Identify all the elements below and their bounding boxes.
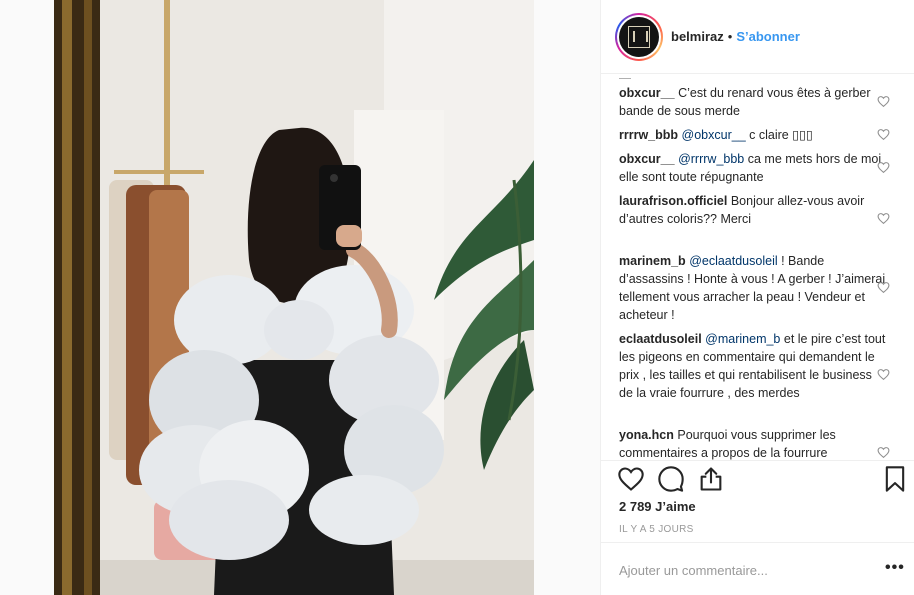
- comment-username[interactable]: laurafrison.officiel: [619, 194, 727, 208]
- heart-icon[interactable]: [617, 465, 645, 493]
- comment-item: eclaatdusoleil @marinem_b et le pire c’e…: [619, 330, 889, 402]
- comment-mention[interactable]: @obxcur__: [682, 128, 746, 142]
- comment-item: obxcur__ C’est du renard vous êtes à ger…: [619, 84, 889, 120]
- comment-mention[interactable]: @eclaatdusoleil: [689, 254, 777, 268]
- heart-outline-icon[interactable]: [877, 128, 890, 141]
- post-details-panel: belmiraz • S’abonner obxcur__ C’est du r…: [600, 0, 914, 595]
- comment-username[interactable]: yona.hcn: [619, 428, 674, 442]
- comment-username[interactable]: obxcur__: [619, 152, 675, 166]
- bookmark-icon[interactable]: [881, 465, 909, 493]
- ellipsis-icon[interactable]: •••: [885, 559, 905, 577]
- comment-username[interactable]: eclaatdusoleil: [619, 332, 702, 346]
- comment-mention[interactable]: @rrrrw_bbb: [678, 152, 744, 166]
- post-image: [54, 0, 534, 595]
- avatar[interactable]: [615, 12, 663, 61]
- heart-outline-icon[interactable]: [877, 368, 890, 381]
- heart-outline-icon[interactable]: [877, 161, 890, 174]
- comment-mention[interactable]: @marinem_b: [705, 332, 780, 346]
- comment-username[interactable]: rrrrw_bbb: [619, 128, 678, 142]
- heart-outline-icon[interactable]: [877, 212, 890, 225]
- comment-username[interactable]: marinem_b: [619, 254, 686, 268]
- comment-input[interactable]: [619, 563, 859, 578]
- comments-list[interactable]: obxcur__ C’est du renard vous êtes à ger…: [601, 75, 914, 460]
- header-username[interactable]: belmiraz: [671, 29, 724, 44]
- scroll-indicator: [619, 75, 631, 79]
- comment-bubble-icon[interactable]: [657, 465, 685, 493]
- post-actions: 2 789 J’aime IL Y A 5 JOURS: [601, 460, 914, 542]
- heart-outline-icon[interactable]: [877, 95, 890, 108]
- brand-logo-icon: [628, 25, 650, 48]
- comment-item: rrrrw_bbb @obxcur__ c claire ▯▯▯: [619, 126, 889, 144]
- follow-button[interactable]: S’abonner: [736, 29, 800, 44]
- comment-username[interactable]: obxcur__: [619, 86, 675, 100]
- post-timestamp[interactable]: IL Y A 5 JOURS: [619, 524, 694, 535]
- comment-item: yona.hcn Pourquoi vous supprimer les com…: [619, 426, 889, 460]
- comment-text: c claire ▯▯▯: [749, 128, 813, 142]
- comment-item: marinem_b @eclaatdusoleil ! Bande d’assa…: [619, 252, 889, 324]
- post-header: belmiraz • S’abonner: [601, 0, 914, 74]
- post-photo[interactable]: [54, 0, 534, 595]
- comment-item: laurafrison.officiel Bonjour allez-vous …: [619, 192, 889, 228]
- likes-count[interactable]: 2 789 J’aime: [619, 499, 696, 514]
- share-icon[interactable]: [697, 465, 725, 493]
- comment-item: obxcur__ @rrrrw_bbb ca me mets hors de m…: [619, 150, 889, 186]
- heart-outline-icon[interactable]: [877, 281, 890, 294]
- heart-outline-icon[interactable]: [877, 446, 890, 459]
- add-comment-bar: •••: [601, 542, 914, 595]
- header-separator: •: [727, 29, 733, 44]
